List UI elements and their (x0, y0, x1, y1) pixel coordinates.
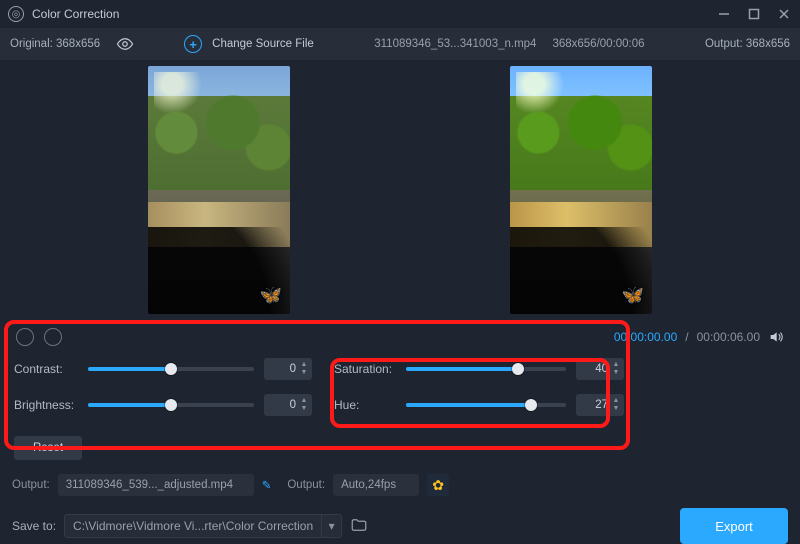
output-format-box[interactable]: Auto,24fps (333, 474, 419, 496)
window-title: Color Correction (32, 7, 716, 21)
change-source-link[interactable]: Change Source File (212, 38, 314, 50)
hue-slider[interactable] (406, 403, 566, 407)
close-button[interactable] (776, 6, 792, 22)
saturation-row: Saturation: 40▲▼ (334, 358, 624, 380)
saturation-value[interactable]: 40▲▼ (576, 358, 624, 380)
export-button[interactable]: Export (680, 508, 788, 544)
contrast-row: Contrast: 0▲▼ (14, 358, 312, 380)
save-path-text: C:\Vidmore\Vidmore Vi...rter\Color Corre… (65, 519, 321, 533)
butterfly-watermark-icon: 🦋 (622, 285, 644, 306)
sliders-right: Saturation: 40▲▼ Hue: 27▲▼ (334, 358, 624, 460)
brightness-slider[interactable] (88, 403, 254, 407)
controls-panel: 00:00:00.00/00:00:06.00 Contrast: 0▲▼ Br… (0, 316, 800, 470)
topbar: Original: 368x656 + Change Source File 3… (0, 28, 800, 60)
mode-row: 00:00:00.00 / 00:00:06.00 (8, 324, 792, 350)
hue-label: Hue: (334, 398, 396, 412)
step-up-icon[interactable]: ▲ (610, 362, 622, 368)
brightness-value[interactable]: 0▲▼ (264, 394, 312, 416)
titlebar: ◎ Color Correction (0, 0, 800, 28)
maximize-button[interactable] (746, 6, 762, 22)
settings-gear-icon[interactable]: ✿ (427, 474, 449, 496)
butterfly-watermark-icon: 🦋 (260, 285, 282, 306)
output-settings-row: Output: 311089346_539..._adjusted.mp4 ✎ … (0, 470, 800, 500)
saturation-slider[interactable] (406, 367, 566, 371)
original-dimensions-label: Original: 368x656 (10, 38, 100, 50)
step-down-icon[interactable]: ▼ (610, 370, 622, 376)
hue-row: Hue: 27▲▼ (334, 394, 624, 416)
reset-button[interactable]: Reset (14, 436, 82, 460)
sliders-left: Contrast: 0▲▼ Brightness: 0▲▼ Reset (14, 358, 312, 460)
step-down-icon[interactable]: ▼ (298, 370, 310, 376)
time-current: 00:00:00.00 (614, 330, 677, 344)
source-file-meta: 368x656/00:00:06 (552, 38, 644, 50)
brightness-label: Brightness: (14, 398, 78, 412)
step-up-icon[interactable]: ▲ (610, 398, 622, 404)
minimize-button[interactable] (716, 6, 732, 22)
step-down-icon[interactable]: ▼ (610, 406, 622, 412)
volume-icon[interactable] (768, 329, 784, 345)
edit-filename-icon[interactable]: ✎ (262, 478, 272, 492)
preview-area: 🦋 🦋 (0, 60, 800, 316)
output-filename-box: 311089346_539..._adjusted.mp4 (58, 474, 254, 496)
contrast-slider[interactable] (88, 367, 254, 371)
step-up-icon[interactable]: ▲ (298, 362, 310, 368)
output-dimensions-label: Output: 368x656 (705, 38, 790, 50)
save-to-label: Save to: (12, 519, 56, 533)
chevron-down-icon[interactable]: ▾ (321, 514, 341, 538)
contrast-value[interactable]: 0▲▼ (264, 358, 312, 380)
output-file-label: Output: (12, 479, 50, 491)
step-down-icon[interactable]: ▼ (298, 406, 310, 412)
source-filename: 311089346_53...341003_n.mp4 (374, 38, 536, 50)
time-total: 00:00:06.00 (697, 330, 760, 344)
add-source-button[interactable]: + (184, 35, 202, 53)
bottom-row: Save to: C:\Vidmore\Vidmore Vi...rter\Co… (0, 500, 800, 544)
preview-original: 🦋 (148, 66, 290, 314)
open-folder-icon[interactable] (350, 516, 368, 537)
preview-output: 🦋 (510, 66, 652, 314)
step-up-icon[interactable]: ▲ (298, 398, 310, 404)
preview-toggle-icon[interactable] (116, 35, 134, 53)
app-icon: ◎ (8, 6, 24, 22)
mode-option-2[interactable] (44, 328, 62, 346)
brightness-row: Brightness: 0▲▼ (14, 394, 312, 416)
time-sep: / (685, 330, 688, 344)
saturation-label: Saturation: (334, 362, 396, 376)
contrast-label: Contrast: (14, 362, 78, 376)
output-format-label: Output: (287, 479, 325, 491)
save-path-select[interactable]: C:\Vidmore\Vidmore Vi...rter\Color Corre… (64, 514, 342, 538)
mode-option-1[interactable] (16, 328, 34, 346)
hue-value[interactable]: 27▲▼ (576, 394, 624, 416)
